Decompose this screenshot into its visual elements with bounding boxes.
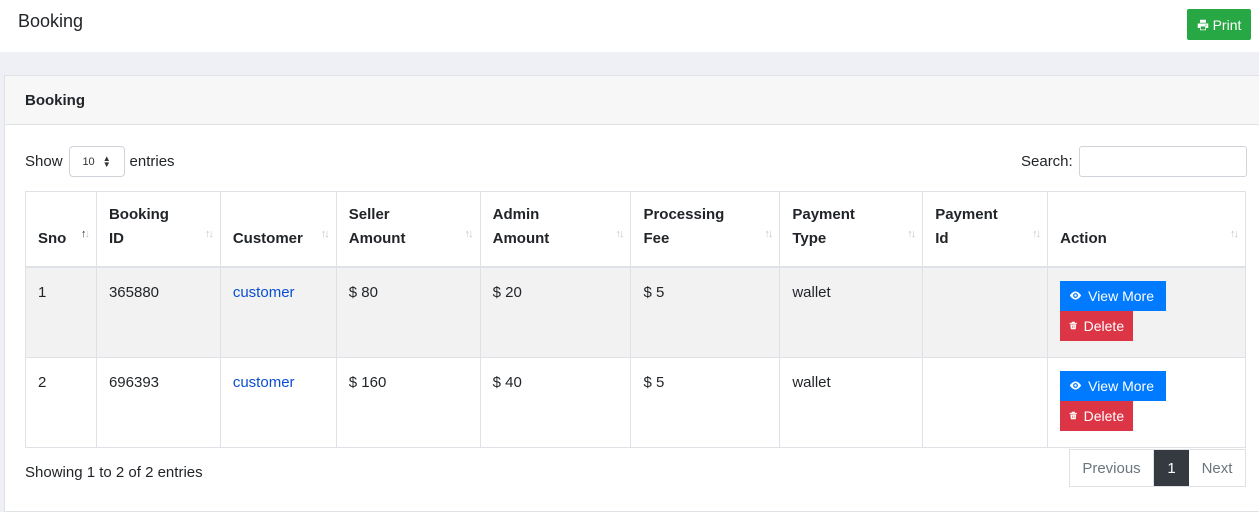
cell-action: View More Delete <box>1047 266 1246 358</box>
column-header-admin-amount[interactable]: Admin Amount ↑↓ <box>479 191 632 268</box>
card-title: Booking <box>25 92 85 109</box>
cell-payment-id <box>922 266 1049 358</box>
cell-admin-amount: $ 20 <box>479 266 632 358</box>
entries-select[interactable]: 10 ▲ ▼ <box>68 146 125 177</box>
printer-icon <box>1197 19 1208 30</box>
sort-icon: ↑↓ <box>204 227 214 240</box>
show-label: Show <box>25 153 63 170</box>
sort-icon: ↑↓ <box>615 227 624 240</box>
page-title: Booking <box>18 11 84 31</box>
table-info: Showing 1 to 2 of 2 entries <box>25 464 203 481</box>
sort-icon: ↑↓ <box>320 227 330 240</box>
column-header-sno[interactable]: Sno ↑↓ <box>25 191 97 268</box>
cell-action: View More Delete <box>1047 356 1246 448</box>
view-more-button[interactable]: View More <box>1060 370 1167 401</box>
table-row: 1 365880 customer $ 80 $ 20 $ 5 wallet V… <box>25 266 1246 358</box>
delete-label: Delete <box>1083 407 1125 424</box>
sort-icon: ↑↓ <box>907 227 916 240</box>
search-control: Search: <box>1021 146 1247 177</box>
sort-icon: ↑↓ <box>764 227 773 240</box>
card-header: Booking <box>5 76 1259 125</box>
delete-button[interactable]: Delete <box>1060 310 1134 341</box>
column-header-booking-id[interactable]: Booking ID ↑↓ <box>95 191 221 268</box>
cell-processing-fee: $ 5 <box>630 356 781 448</box>
entries-value: 10 <box>82 155 95 168</box>
column-header-payment-id[interactable]: Payment Id ↑↓ <box>922 191 1049 268</box>
eye-icon <box>1069 291 1082 300</box>
column-header-processing-fee[interactable]: Processing Fee ↑↓ <box>630 191 781 268</box>
delete-button[interactable]: Delete <box>1060 400 1134 431</box>
cell-sno: 1 <box>25 266 97 358</box>
cell-admin-amount: $ 40 <box>479 356 632 448</box>
cell-payment-type: wallet <box>779 266 924 358</box>
cell-customer: customer <box>219 356 337 448</box>
column-header-payment-type[interactable]: Payment Type ↑↓ <box>779 191 924 268</box>
previous-page-button[interactable]: Previous <box>1070 450 1154 486</box>
cell-payment-id <box>922 356 1049 448</box>
booking-card: Booking Show 10 ▲ ▼ entries Search: Sno ↑↓… <box>4 75 1259 512</box>
entries-label: entries <box>129 153 175 170</box>
cell-processing-fee: $ 5 <box>630 266 781 358</box>
view-more-label: View More <box>1088 377 1154 394</box>
cell-booking-id: 696393 <box>95 356 221 448</box>
eye-icon <box>1069 381 1082 390</box>
cell-sno: 2 <box>25 356 97 448</box>
column-header-action[interactable]: Action ↑↓ <box>1047 191 1246 268</box>
search-label: Search: <box>1021 153 1073 170</box>
column-header-customer[interactable]: Customer ↑↓ <box>219 191 337 268</box>
trash-icon <box>1069 321 1078 330</box>
customer-link[interactable]: customer <box>233 284 295 301</box>
print-button[interactable]: Print <box>1187 9 1251 40</box>
next-page-button[interactable]: Next <box>1189 450 1245 486</box>
cell-seller-amount: $ 80 <box>335 266 481 358</box>
booking-table: Sno ↑↓ Booking ID ↑↓ Customer ↑↓ Seller Amoun… <box>25 191 1246 448</box>
sort-icon: ↑↓ <box>80 227 90 240</box>
pagination: Previous 1 Next <box>1069 449 1246 487</box>
table-header-row: Sno ↑↓ Booking ID ↑↓ Customer ↑↓ Seller Amoun… <box>25 191 1246 268</box>
cell-customer: customer <box>219 266 337 358</box>
delete-label: Delete <box>1083 317 1125 334</box>
print-label: Print <box>1212 16 1242 33</box>
customer-link[interactable]: customer <box>233 374 295 391</box>
table-row: 2 696393 customer $ 160 $ 40 $ 5 wallet … <box>25 356 1246 448</box>
column-header-seller-amount[interactable]: Seller Amount ↑↓ <box>335 191 481 268</box>
select-arrows-icon: ▲ ▼ <box>102 153 111 169</box>
sort-icon: ↑↓ <box>464 227 474 240</box>
cell-booking-id: 365880 <box>95 266 221 358</box>
trash-icon <box>1069 411 1078 420</box>
page-1-button[interactable]: 1 <box>1154 450 1189 486</box>
length-control: Show 10 ▲ ▼ entries <box>25 146 175 177</box>
search-input[interactable] <box>1078 146 1247 177</box>
view-more-label: View More <box>1088 287 1154 304</box>
cell-payment-type: wallet <box>779 356 924 448</box>
view-more-button[interactable]: View More <box>1060 280 1167 311</box>
top-bar: Booking Print <box>0 0 1259 52</box>
sort-icon: ↑↓ <box>1032 227 1041 240</box>
sort-icon: ↑↓ <box>1230 227 1239 240</box>
cell-seller-amount: $ 160 <box>335 356 481 448</box>
